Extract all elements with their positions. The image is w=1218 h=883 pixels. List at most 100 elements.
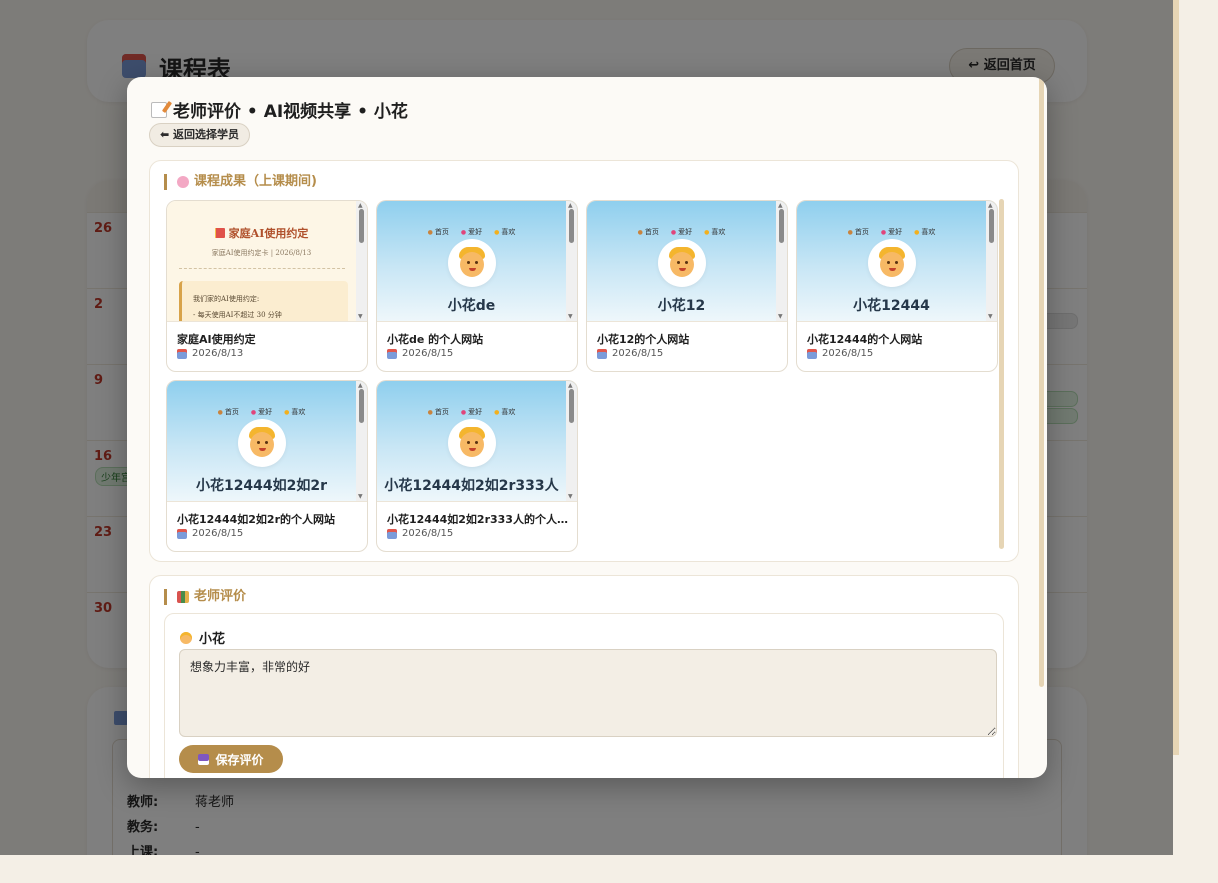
preview-nav-item: 爱好 (251, 407, 272, 417)
card-title: 小花12的个人网站 (597, 333, 690, 346)
result-card[interactable]: 首页 爱好 喜欢 小花12444如2如2r 小花12444如2如2r的个人网站 … (166, 380, 368, 552)
section-header: 课程成果（上课期间) (164, 174, 317, 190)
result-card[interactable]: 家庭AI使用约定 家庭AI使用约定卡 | 2026/8/13 我们家的AI使用约… (166, 200, 368, 372)
boy-face-icon (247, 427, 277, 459)
save-review-button[interactable]: 保存评价 (179, 745, 283, 773)
preview-scrollbar[interactable] (986, 201, 997, 321)
preview-scroll-thumb[interactable] (359, 209, 364, 243)
preview-nav-item: 首页 (638, 227, 659, 237)
card-date-text: 2026/8/15 (402, 348, 454, 359)
preview-nav-item: 首页 (848, 227, 869, 237)
preview-nav: 首页 爱好 喜欢 (797, 227, 986, 237)
preview-nav-item: 爱好 (671, 227, 692, 237)
preview-nav: 首页 爱好 喜欢 (167, 407, 356, 417)
preview-scrollbar[interactable] (566, 381, 577, 501)
results-scrollbar[interactable] (999, 199, 1004, 549)
memo-icon (151, 101, 167, 118)
preview-scroll-thumb[interactable] (569, 209, 574, 243)
modal-title-text: 老师评价 • AI视频共享 • 小花 (173, 102, 408, 122)
result-card[interactable]: 首页 爱好 喜欢 小花12444如2如2r333人 小花12444如2如2r33… (376, 380, 578, 552)
preview-nav-item: 爱好 (461, 227, 482, 237)
card-date-text: 2026/8/13 (192, 348, 244, 359)
preview-site-name: 小花de (447, 298, 496, 314)
teacher-review-modal: 老师评价 • AI视频共享 • 小花 ⬅ 返回选择学员 课程成果（上课期间) 家… (127, 77, 1047, 778)
preview-site-name: 小花12 (657, 298, 706, 314)
review-textarea[interactable]: 想象力丰富，非常的好 (179, 649, 997, 737)
result-card[interactable]: 首页 爱好 喜欢 小花12444 小花12444的个人网站 2026/8/15 (796, 200, 998, 372)
preview-nav-item: 首页 (428, 227, 449, 237)
card-preview[interactable]: 首页 爱好 喜欢 小花12 (587, 201, 787, 322)
student-name-text: 小花 (199, 632, 226, 647)
page-scrollbar[interactable] (1173, 0, 1179, 755)
avatar (870, 241, 914, 285)
preview-scrollbar[interactable] (356, 201, 367, 321)
student-name: 小花 (180, 628, 225, 647)
calendar-icon (597, 348, 607, 359)
boy-face-icon (667, 247, 697, 279)
preview-scrollbar[interactable] (566, 201, 577, 321)
preview-scroll-thumb[interactable] (569, 389, 574, 423)
preview-site-name: 小花12444 (853, 298, 930, 314)
calendar-icon (387, 348, 397, 359)
preview-scroll-thumb[interactable] (359, 389, 364, 423)
card-preview[interactable]: 首页 爱好 喜欢 小花12444如2如2r333人 (377, 381, 577, 502)
card-date: 2026/8/15 (387, 348, 453, 359)
gift-icon (214, 228, 225, 238)
preview-scroll-thumb[interactable] (989, 209, 994, 243)
preview-title: 家庭AI使用约定 (167, 225, 356, 241)
preview-nav-item: 喜欢 (914, 227, 935, 237)
divider (179, 268, 345, 269)
preview-scroll-thumb[interactable] (779, 209, 784, 243)
preview-nav-item: 爱好 (881, 227, 902, 237)
modal-title: 老师评价 • AI视频共享 • 小花 (151, 97, 408, 122)
results-grid: 家庭AI使用约定 家庭AI使用约定卡 | 2026/8/13 我们家的AI使用约… (166, 200, 998, 552)
preview-site-name: 小花12444如2如2r (195, 478, 328, 494)
back-to-students-button[interactable]: ⬅ 返回选择学员 (149, 123, 251, 147)
books-icon (177, 591, 189, 603)
preview-nav-item: 首页 (218, 407, 239, 417)
section-header: 老师评价 (164, 589, 246, 605)
preview-subtitle: 家庭AI使用约定卡 | 2026/8/13 (211, 249, 312, 257)
calendar-icon (177, 348, 187, 359)
card-title: 家庭AI使用约定 (177, 333, 256, 346)
teacher-review-section: 老师评价 小花 想象力丰富，非常的好 保存评价 (149, 575, 1019, 778)
modal-scrollbar[interactable] (1039, 77, 1044, 687)
result-card[interactable]: 首页 爱好 喜欢 小花de 小花de 的个人网站 2026/8/15 (376, 200, 578, 372)
card-preview[interactable]: 家庭AI使用约定 家庭AI使用约定卡 | 2026/8/13 我们家的AI使用约… (167, 201, 367, 322)
boy-face-icon (457, 427, 487, 459)
preview-nav: 首页 爱好 喜欢 (377, 227, 566, 237)
card-date: 2026/8/15 (807, 348, 873, 359)
card-date-text: 2026/8/15 (192, 528, 244, 539)
preview-nav-item: 喜欢 (704, 227, 725, 237)
result-card[interactable]: 首页 爱好 喜欢 小花12 小花12的个人网站 2026/8/15 (586, 200, 788, 372)
brain-icon (177, 176, 189, 188)
card-date: 2026/8/13 (177, 348, 243, 359)
preview-nav-item: 首页 (428, 407, 449, 417)
preview-nav: 首页 爱好 喜欢 (587, 227, 776, 237)
calendar-icon (807, 348, 817, 359)
card-date-text: 2026/8/15 (822, 348, 874, 359)
card-title: 小花12444的个人网站 (807, 333, 923, 346)
preview-nav-item: 喜欢 (284, 407, 305, 417)
preview-scrollbar[interactable] (356, 381, 367, 501)
boy-face-icon (180, 631, 192, 644)
preview-site-name: 小花12444如2如2r333人 (384, 478, 559, 494)
preview-nav: 首页 爱好 喜欢 (377, 407, 566, 417)
calendar-icon (387, 528, 397, 539)
card-preview[interactable]: 首页 爱好 喜欢 小花12444 (797, 201, 997, 322)
card-date: 2026/8/15 (177, 528, 243, 539)
avatar (450, 241, 494, 285)
preview-scrollbar[interactable] (776, 201, 787, 321)
card-title: 小花12444如2如2r333人的个人网站 (387, 513, 569, 526)
card-date: 2026/8/15 (597, 348, 663, 359)
card-preview[interactable]: 首页 爱好 喜欢 小花12444如2如2r (167, 381, 367, 502)
student-review-box: 小花 想象力丰富，非常的好 保存评价 (164, 613, 1004, 778)
save-review-label: 保存评价 (215, 752, 264, 767)
section-header-text: 课程成果（上课期间) (194, 174, 317, 189)
course-results-section: 课程成果（上课期间) 家庭AI使用约定 家庭AI使用约定卡 | 2026/8/1… (149, 160, 1019, 562)
boy-face-icon (877, 247, 907, 279)
card-date: 2026/8/15 (387, 528, 453, 539)
preview-text: 我们家的AI使用约定: (193, 295, 260, 303)
calendar-icon (177, 528, 187, 539)
card-preview[interactable]: 首页 爱好 喜欢 小花de (377, 201, 577, 322)
